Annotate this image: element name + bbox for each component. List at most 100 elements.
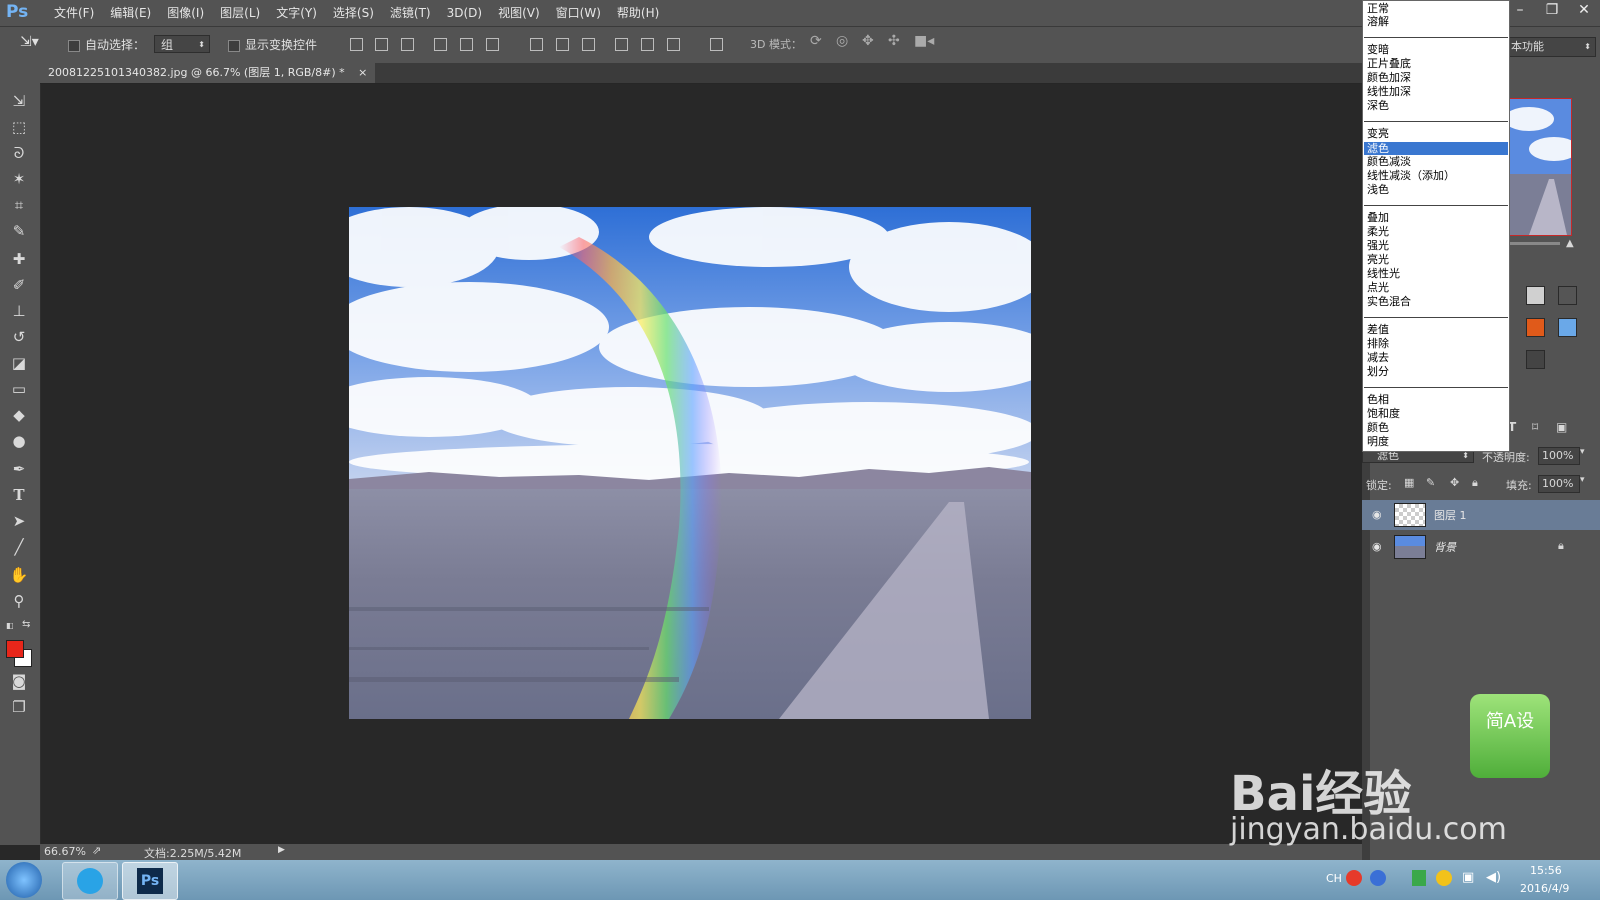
blur-tool-icon[interactable]: ◆ (8, 405, 30, 425)
fill-input[interactable]: 100% (1538, 475, 1580, 493)
zoom-tool-icon[interactable]: ⚲ (8, 591, 30, 611)
blend-mode-option[interactable]: 深色 (1367, 99, 1389, 112)
lock-image-icon[interactable]: ✎ (1426, 476, 1435, 489)
input-language[interactable]: CH (1326, 872, 1342, 885)
blend-mode-option[interactable]: 变亮 (1367, 127, 1389, 140)
blend-mode-option-selected[interactable]: 滤色 (1367, 142, 1389, 155)
blend-mode-option[interactable]: 变暗 (1367, 43, 1389, 56)
line-tool-icon[interactable]: ╱ (8, 537, 30, 557)
restore-button[interactable]: ❐ (1536, 0, 1568, 20)
swap-colors-icon[interactable]: ⇆ (22, 619, 30, 630)
dodge-tool-icon[interactable]: ● (8, 431, 30, 451)
layer-row[interactable]: ◉ 背景 🔒︎ (1362, 532, 1600, 562)
blend-mode-option[interactable]: 线性加深 (1367, 85, 1411, 98)
blend-mode-option[interactable]: 排除 (1367, 337, 1389, 350)
align-hcenter-icon[interactable] (460, 38, 473, 51)
menu-filter[interactable]: 滤镜(T) (382, 0, 439, 26)
brush-tool-icon[interactable]: ✐ (8, 275, 30, 295)
tray-network-icon[interactable]: ▣ (1462, 870, 1474, 885)
tray-security-icon[interactable] (1436, 870, 1452, 886)
opacity-input[interactable]: 100% (1538, 447, 1580, 465)
clock-date[interactable]: 2016/4/9 (1520, 882, 1569, 895)
blend-mode-option[interactable]: 划分 (1367, 365, 1389, 378)
document-tab[interactable]: 20081225101340382.jpg @ 66.7% (图层 1, RGB… (40, 63, 376, 83)
style-swatch[interactable] (1526, 318, 1545, 337)
shape-layer-filter-icon[interactable]: ⌑ (1532, 420, 1538, 434)
clone-stamp-icon[interactable]: ⊥ (8, 301, 30, 321)
blend-mode-option[interactable]: 正常 (1367, 2, 1389, 15)
eraser-tool-icon[interactable]: ◪ (8, 353, 30, 373)
distribute-vcenter-icon[interactable] (556, 38, 569, 51)
3d-slide-icon[interactable]: ✣ (888, 33, 900, 49)
quick-mask-icon[interactable]: ◙ (8, 671, 30, 691)
tray-help-icon[interactable] (1370, 870, 1386, 886)
zoom-level[interactable]: 66.67% (44, 845, 86, 858)
layer-name[interactable]: 背景 (1434, 539, 1456, 555)
taskbar-photoshop-app[interactable]: Ps (122, 862, 178, 900)
blend-mode-option[interactable]: 浅色 (1367, 183, 1389, 196)
magic-wand-icon[interactable]: ✶ (8, 169, 30, 189)
eyedropper-icon[interactable]: ✎ (8, 221, 30, 241)
align-left-icon[interactable] (434, 38, 447, 51)
layer-name[interactable]: 图层 1 (1434, 507, 1467, 523)
3d-rotate-icon[interactable]: ⟳ (810, 33, 822, 49)
layer-row[interactable]: ◉ 图层 1 (1362, 500, 1600, 530)
distribute-right-icon[interactable] (667, 38, 680, 51)
blend-mode-option[interactable]: 强光 (1367, 239, 1389, 252)
blend-mode-option[interactable]: 亮光 (1367, 253, 1389, 266)
blend-mode-option[interactable]: 正片叠底 (1367, 57, 1411, 70)
blend-mode-option[interactable]: 线性光 (1367, 267, 1400, 280)
align-vcenter-icon[interactable] (375, 38, 388, 51)
lock-all-icon[interactable]: 🔒︎ (1472, 476, 1478, 490)
menu-file[interactable]: 文件(F) (46, 0, 102, 26)
status-menu-arrow-icon[interactable]: ▶ (278, 845, 285, 855)
move-tool-icon[interactable]: ⇲▾ (20, 34, 39, 50)
blend-mode-option[interactable]: 明度 (1367, 435, 1389, 448)
align-bottom-icon[interactable] (401, 38, 414, 51)
blend-mode-option[interactable]: 色相 (1367, 393, 1389, 406)
visibility-eye-icon[interactable]: ◉ (1372, 540, 1384, 553)
blend-mode-option[interactable]: 饱和度 (1367, 407, 1400, 420)
menu-edit[interactable]: 编辑(E) (102, 0, 159, 26)
document-image[interactable] (349, 207, 1031, 719)
menu-view[interactable]: 视图(V) (490, 0, 548, 26)
style-swatch[interactable] (1558, 286, 1577, 305)
menu-select[interactable]: 选择(S) (325, 0, 382, 26)
distribute-hcenter-icon[interactable] (641, 38, 654, 51)
hand-tool-icon[interactable]: ✋ (8, 565, 30, 585)
auto-select-checkbox[interactable]: 自动选择： (68, 36, 145, 53)
pen-tool-icon[interactable]: ✒ (8, 459, 30, 479)
style-swatch[interactable] (1526, 286, 1545, 305)
gradient-tool-icon[interactable]: ▭ (8, 379, 30, 399)
start-button[interactable] (6, 862, 42, 898)
clock-time[interactable]: 15:56 (1530, 864, 1562, 877)
menu-help[interactable]: 帮助(H) (609, 0, 667, 26)
style-swatch[interactable] (1526, 350, 1545, 369)
tray-sogou-icon[interactable] (1346, 870, 1362, 886)
auto-align-icon[interactable] (710, 38, 723, 51)
menu-window[interactable]: 窗口(W) (548, 0, 609, 26)
menu-3d[interactable]: 3D(D) (439, 0, 490, 26)
opacity-dropdown-icon[interactable]: ▾ (1580, 447, 1585, 457)
lock-position-icon[interactable]: ✥ (1450, 476, 1459, 489)
type-tool-icon[interactable]: T (8, 485, 30, 505)
blend-mode-option[interactable]: 差值 (1367, 323, 1389, 336)
taskbar-browser-app[interactable] (62, 862, 118, 900)
menu-type[interactable]: 文字(Y) (268, 0, 325, 26)
visibility-eye-icon[interactable]: ◉ (1372, 508, 1384, 521)
blend-mode-option[interactable]: 减去 (1367, 351, 1389, 364)
3d-scale-icon[interactable]: ■◂ (914, 33, 934, 49)
crop-tool-icon[interactable]: ⌗ (8, 195, 30, 215)
blend-mode-option[interactable]: 颜色加深 (1367, 71, 1411, 84)
smart-object-filter-icon[interactable]: ▣ (1556, 420, 1567, 434)
healing-brush-icon[interactable]: ✚ (8, 249, 30, 269)
auto-select-dropdown[interactable]: 组 ⬍ (154, 35, 210, 53)
tray-volume-icon[interactable]: ◀) (1486, 870, 1501, 885)
navigator-zoom-slider[interactable] (1508, 242, 1560, 245)
lock-pixels-icon[interactable]: ▦ (1404, 476, 1414, 489)
blend-mode-option[interactable]: 叠加 (1367, 211, 1389, 224)
3d-pan-icon[interactable]: ✥ (862, 33, 874, 49)
menu-layer[interactable]: 图层(L) (212, 0, 268, 26)
distribute-top-icon[interactable] (530, 38, 543, 51)
lasso-tool-icon[interactable]: ᘐ (8, 143, 30, 163)
